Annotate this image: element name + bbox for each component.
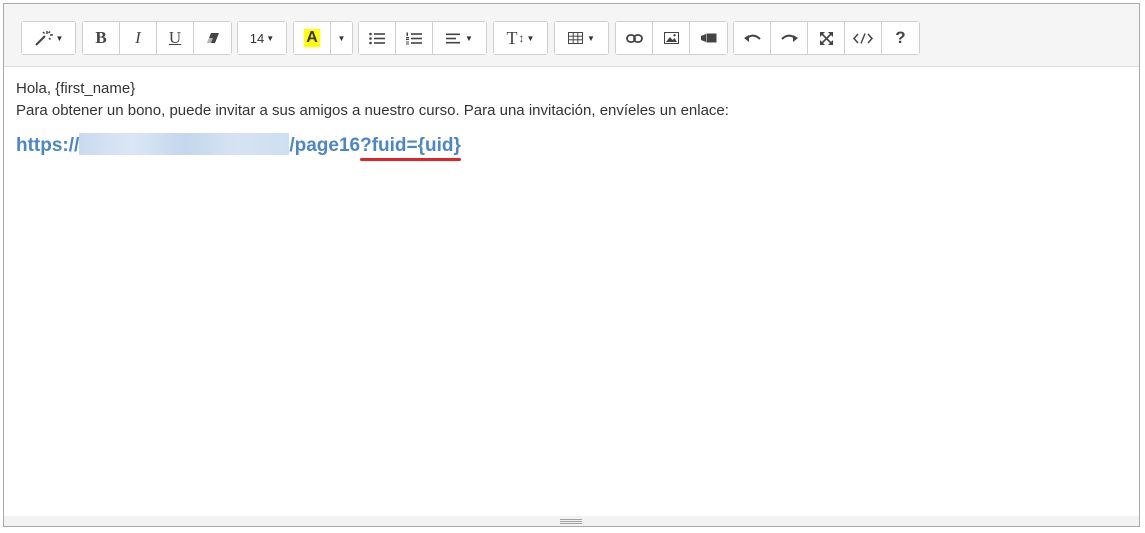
line-height-dropdown[interactable]: T ↕ ▼ [494, 22, 547, 54]
style-group: ▼ [21, 21, 76, 55]
vertical-arrows-icon: ↕ [518, 31, 525, 45]
chevron-down-icon: ▼ [266, 33, 275, 43]
underline-button[interactable]: U [157, 22, 194, 54]
bold-button[interactable]: B [83, 22, 120, 54]
redacted-domain [79, 132, 290, 155]
code-view-button[interactable] [845, 22, 882, 54]
link-icon [625, 33, 643, 43]
table-dropdown[interactable]: ▼ [555, 22, 608, 54]
greeting-text: Hola, {first_name} [16, 80, 136, 97]
insert-image-button[interactable] [653, 22, 690, 54]
chevron-down-icon: ▼ [526, 33, 535, 43]
bold-icon: B [95, 28, 107, 47]
table-icon [568, 32, 584, 44]
code-view-icon [853, 32, 873, 44]
message-text: Para obtener un bono, puede invitar a su… [16, 102, 729, 119]
insert-group [615, 21, 728, 55]
align-icon [446, 33, 461, 44]
font-style-group: B I U [82, 21, 232, 55]
table-group: ▼ [554, 21, 609, 55]
bullet-list-icon [369, 32, 385, 45]
font-size-value: 14 [249, 30, 265, 46]
fullscreen-button[interactable] [808, 22, 845, 54]
color-group: A ▼ [293, 21, 353, 55]
underline-icon: U [168, 28, 182, 47]
line-height-group: T ↕ ▼ [493, 21, 548, 55]
editor-content[interactable]: Hola, {first_name} Para obtener un bono,… [16, 78, 1127, 161]
link-path: /page16 [289, 135, 361, 156]
magic-wand-icon [34, 30, 54, 46]
chevron-down-icon: ▼ [55, 33, 64, 43]
paragraph-align-dropdown[interactable]: ▼ [433, 22, 486, 54]
color-dropdown-button[interactable]: ▼ [331, 22, 352, 54]
rich-text-editor: ▼ B I U 14 ▼ A ▼ ▼ T ↕ ▼ ▼ ? Hola, {firs… [3, 3, 1140, 527]
font-size-group: 14 ▼ [237, 21, 287, 55]
undo-icon [743, 33, 761, 43]
redo-button[interactable] [771, 22, 808, 54]
insert-link-button[interactable] [616, 22, 653, 54]
font-size-dropdown[interactable]: 14 ▼ [238, 22, 286, 54]
fullscreen-icon [819, 31, 833, 45]
eraser-icon [206, 32, 220, 44]
insert-video-button[interactable] [690, 22, 727, 54]
chevron-down-icon: ▼ [337, 33, 346, 43]
clear-format-button[interactable] [194, 22, 231, 54]
numbered-list-button[interactable] [396, 22, 433, 54]
resize-bar[interactable] [4, 516, 1139, 526]
italic-button[interactable]: I [120, 22, 157, 54]
italic-icon: I [135, 28, 141, 47]
bullet-list-button[interactable] [359, 22, 396, 54]
chevron-down-icon: ▼ [465, 33, 473, 43]
highlight-color-icon: A [304, 29, 320, 47]
video-icon [700, 33, 717, 43]
link-prefix: https:// [16, 135, 80, 156]
invite-link[interactable]: https:// /page16?fuid={uid} [16, 132, 1127, 161]
link-query: ?fuid={uid} [360, 135, 461, 161]
resize-grip-icon[interactable] [560, 519, 582, 524]
editor-toolbar: ▼ B I U 14 ▼ A ▼ ▼ T ↕ ▼ ▼ ? [4, 4, 1139, 67]
help-button[interactable]: ? [882, 22, 919, 54]
image-icon [663, 32, 679, 44]
chevron-down-icon: ▼ [587, 33, 595, 43]
style-dropdown-button[interactable]: ▼ [22, 22, 75, 54]
red-underline-annotation [360, 158, 461, 161]
text-height-icon: T [506, 27, 518, 48]
redo-icon [780, 33, 798, 43]
misc-group: ? [733, 21, 920, 55]
undo-button[interactable] [734, 22, 771, 54]
numbered-list-icon [406, 32, 422, 45]
paragraph-group: ▼ [358, 21, 487, 55]
help-icon: ? [895, 28, 906, 47]
highlight-color-button[interactable]: A [294, 22, 331, 54]
